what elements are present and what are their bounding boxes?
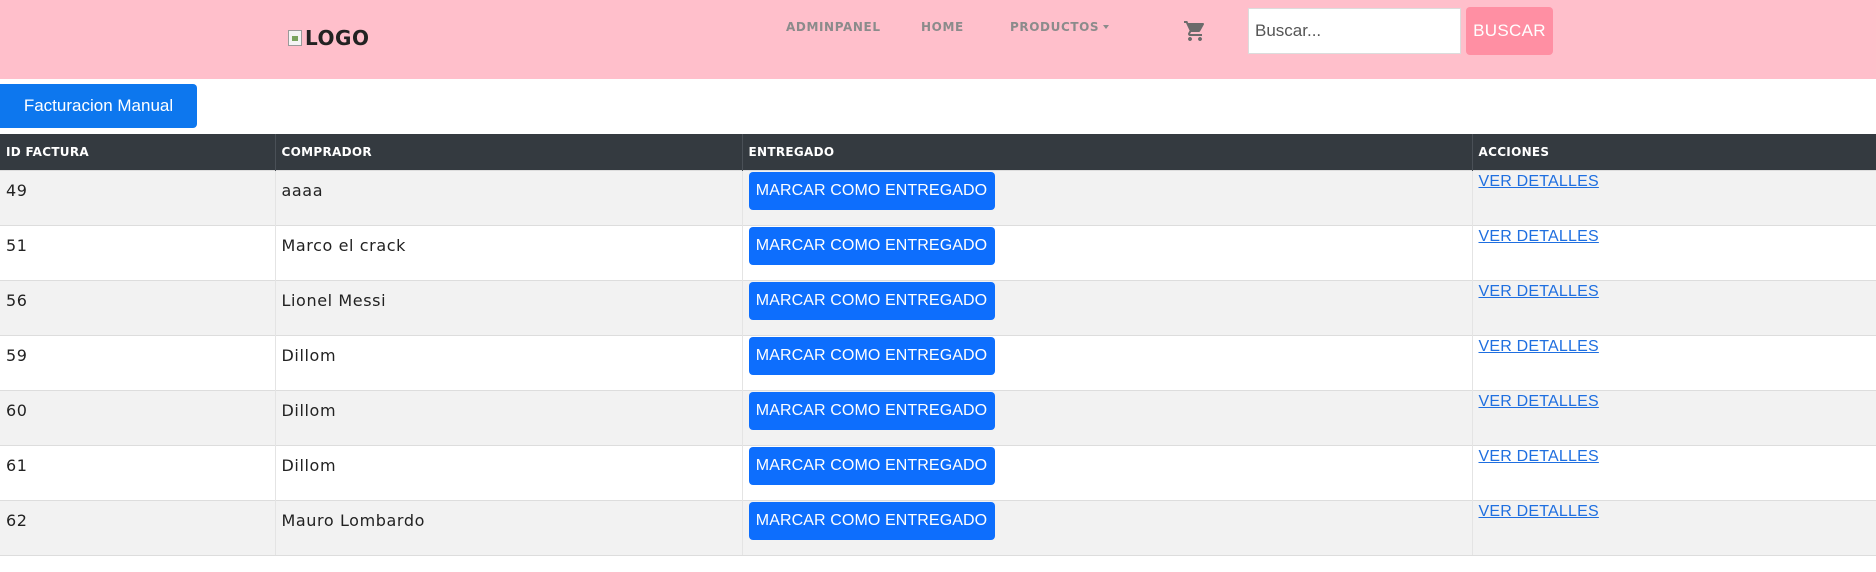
cell-comprador: Dillom xyxy=(275,445,743,501)
cell-acciones: VER DETALLES xyxy=(1472,390,1876,446)
buyer-name: Dillom xyxy=(281,346,337,365)
buyer-name: Dillom xyxy=(281,401,337,420)
cell-entregado: MARCAR COMO ENTREGADO xyxy=(742,500,1473,556)
table-row: 60 Dillom MARCAR COMO ENTREGADO VER DETA… xyxy=(0,390,1876,446)
search-input[interactable] xyxy=(1248,8,1461,54)
nav-link-adminpanel[interactable]: ADMINPANEL xyxy=(786,20,881,34)
table-row: 61 Dillom MARCAR COMO ENTREGADO VER DETA… xyxy=(0,445,1876,501)
caret-down-icon xyxy=(1103,25,1110,29)
view-details-link[interactable]: VER DETALLES xyxy=(1479,283,1599,300)
logo[interactable]: LOGO xyxy=(288,26,369,50)
invoice-id: 59 xyxy=(6,346,28,365)
cell-entregado: MARCAR COMO ENTREGADO xyxy=(742,170,1473,226)
cell-entregado: MARCAR COMO ENTREGADO xyxy=(742,335,1473,391)
broken-image-icon xyxy=(288,30,302,46)
table-row: 49 aaaa MARCAR COMO ENTREGADO VER DETALL… xyxy=(0,170,1876,226)
cell-id: 56 xyxy=(0,280,276,336)
invoice-id: 60 xyxy=(6,401,28,420)
cell-acciones: VER DETALLES xyxy=(1472,280,1876,336)
search-button[interactable]: BUSCAR xyxy=(1466,7,1553,55)
view-details-link[interactable]: VER DETALLES xyxy=(1479,448,1599,465)
mark-delivered-button[interactable]: MARCAR COMO ENTREGADO xyxy=(748,227,995,265)
cell-acciones: VER DETALLES xyxy=(1472,225,1876,281)
mark-delivered-button[interactable]: MARCAR COMO ENTREGADO xyxy=(748,447,995,485)
cell-comprador: Marco el crack xyxy=(275,225,743,281)
cell-id: 60 xyxy=(0,390,276,446)
cell-acciones: VER DETALLES xyxy=(1472,170,1876,226)
buyer-name: Mauro Lombardo xyxy=(281,511,425,530)
table-row: 51 Marco el crack MARCAR COMO ENTREGADO … xyxy=(0,225,1876,281)
footer-strip xyxy=(0,572,1876,580)
invoice-id: 61 xyxy=(6,456,28,475)
mark-delivered-button[interactable]: MARCAR COMO ENTREGADO xyxy=(748,502,995,540)
cell-id: 59 xyxy=(0,335,276,391)
cell-comprador: Mauro Lombardo xyxy=(275,500,743,556)
cell-comprador: Dillom xyxy=(275,390,743,446)
nav-link-productos[interactable]: PRODUCTOS xyxy=(1010,20,1110,34)
cell-id: 62 xyxy=(0,500,276,556)
mark-delivered-button[interactable]: MARCAR COMO ENTREGADO xyxy=(748,282,995,320)
cell-comprador: Dillom xyxy=(275,335,743,391)
buyer-name: aaaa xyxy=(281,181,324,200)
cell-entregado: MARCAR COMO ENTREGADO xyxy=(742,445,1473,501)
invoice-id: 62 xyxy=(6,511,28,530)
invoices-table: ID FACTURA COMPRADOR ENTREGADO ACCIONES … xyxy=(0,134,1876,556)
header-acciones: ACCIONES xyxy=(1472,134,1876,171)
facturacion-manual-button[interactable]: Facturacion Manual xyxy=(0,84,197,128)
table-header-row: ID FACTURA COMPRADOR ENTREGADO ACCIONES xyxy=(0,134,1876,171)
cell-id: 49 xyxy=(0,170,276,226)
cell-entregado: MARCAR COMO ENTREGADO xyxy=(742,390,1473,446)
cell-comprador: aaaa xyxy=(275,170,743,226)
cell-acciones: VER DETALLES xyxy=(1472,335,1876,391)
view-details-link[interactable]: VER DETALLES xyxy=(1479,173,1599,190)
cell-acciones: VER DETALLES xyxy=(1472,500,1876,556)
header-id-factura: ID FACTURA xyxy=(0,134,276,171)
mark-delivered-button[interactable]: MARCAR COMO ENTREGADO xyxy=(748,392,995,430)
nav-link-productos-label: PRODUCTOS xyxy=(1010,20,1100,34)
view-details-link[interactable]: VER DETALLES xyxy=(1479,228,1599,245)
buyer-name: Lionel Messi xyxy=(281,291,387,310)
nav-link-home[interactable]: HOME xyxy=(921,20,964,34)
mark-delivered-button[interactable]: MARCAR COMO ENTREGADO xyxy=(748,172,995,210)
mark-delivered-button[interactable]: MARCAR COMO ENTREGADO xyxy=(748,337,995,375)
header-comprador: COMPRADOR xyxy=(275,134,743,171)
table-row: 62 Mauro Lombardo MARCAR COMO ENTREGADO … xyxy=(0,500,1876,556)
cell-entregado: MARCAR COMO ENTREGADO xyxy=(742,280,1473,336)
cell-entregado: MARCAR COMO ENTREGADO xyxy=(742,225,1473,281)
invoice-id: 51 xyxy=(6,236,28,255)
shopping-cart-icon[interactable] xyxy=(1183,19,1207,43)
invoice-id: 56 xyxy=(6,291,28,310)
view-details-link[interactable]: VER DETALLES xyxy=(1479,393,1599,410)
buyer-name: Dillom xyxy=(281,456,337,475)
cell-acciones: VER DETALLES xyxy=(1472,445,1876,501)
cell-id: 51 xyxy=(0,225,276,281)
cell-comprador: Lionel Messi xyxy=(275,280,743,336)
logo-alt-text: LOGO xyxy=(305,26,370,50)
cell-id: 61 xyxy=(0,445,276,501)
table-row: 59 Dillom MARCAR COMO ENTREGADO VER DETA… xyxy=(0,335,1876,391)
top-navbar: LOGO ADMINPANEL HOME PRODUCTOS BUSCAR xyxy=(0,0,1876,79)
invoice-id: 49 xyxy=(6,181,28,200)
table-row: 56 Lionel Messi MARCAR COMO ENTREGADO VE… xyxy=(0,280,1876,336)
view-details-link[interactable]: VER DETALLES xyxy=(1479,503,1599,520)
buyer-name: Marco el crack xyxy=(281,236,407,255)
header-entregado: ENTREGADO xyxy=(742,134,1473,171)
view-details-link[interactable]: VER DETALLES xyxy=(1479,338,1599,355)
